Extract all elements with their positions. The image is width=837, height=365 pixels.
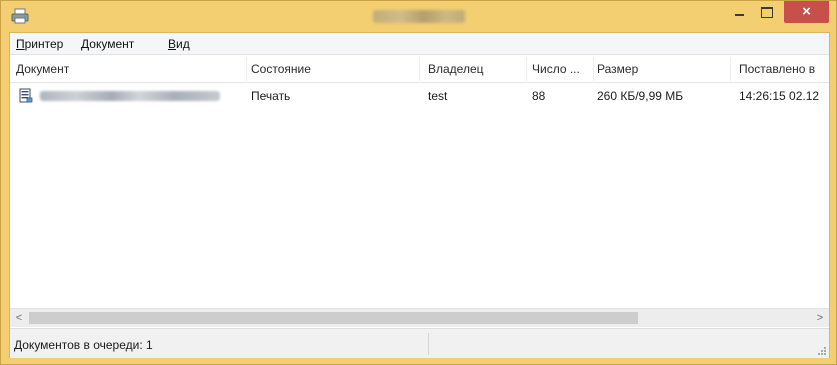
minimize-button[interactable] — [725, 1, 753, 23]
column-header-document[interactable]: Документ — [16, 62, 241, 80]
column-divider[interactable] — [593, 57, 594, 81]
scrollbar-thumb[interactable] — [29, 312, 638, 324]
maximize-button[interactable] — [753, 1, 779, 23]
column-header-submitted[interactable]: Поставлено в — [739, 62, 831, 80]
column-divider[interactable] — [419, 57, 420, 81]
column-divider[interactable] — [246, 57, 247, 81]
job-pages: 88 — [532, 89, 546, 103]
print-queue-window: × Принтер Документ Вид Документ Состояни… — [0, 0, 837, 365]
column-divider[interactable] — [730, 57, 731, 81]
printer-icon — [11, 8, 29, 24]
job-status: Печать — [251, 89, 291, 103]
menu-view-label: Вид — [168, 37, 190, 51]
menu-printer[interactable]: Принтер — [16, 37, 63, 51]
menu-view[interactable]: Вид — [168, 37, 190, 51]
column-header: Документ Состояние Владелец Число ... Ра… — [10, 55, 829, 83]
document-name-redacted — [40, 91, 220, 101]
scroll-right-button[interactable]: > — [811, 309, 829, 327]
column-header-pages[interactable]: Число ... — [532, 62, 588, 80]
job-owner: test — [428, 89, 448, 103]
resize-grip-icon[interactable] — [817, 346, 827, 356]
menu-document-label: Документ — [81, 37, 135, 51]
menu-bar: Принтер Документ Вид — [10, 33, 829, 55]
menu-document[interactable]: Документ — [81, 37, 134, 51]
window-title-redacted — [373, 10, 465, 23]
column-header-size[interactable]: Размер — [597, 62, 723, 80]
horizontal-scrollbar[interactable]: < > — [10, 308, 829, 327]
scroll-left-button[interactable]: < — [10, 309, 28, 327]
job-size: 260 КБ/9,99 МБ — [597, 89, 684, 103]
status-bar: Документов в очереди: 1 — [10, 328, 829, 358]
client-area: Принтер Документ Вид Документ Состояние … — [9, 32, 830, 358]
menu-printer-label: Принтер — [16, 37, 64, 51]
table-row[interactable]: Печать test 88 260 КБ/9,99 МБ 14:26:15 0… — [10, 85, 829, 107]
column-divider[interactable] — [526, 57, 527, 81]
title-bar[interactable]: × — [1, 1, 836, 32]
column-header-owner[interactable]: Владелец — [428, 62, 520, 80]
status-text: Документов в очереди: 1 — [14, 338, 153, 352]
column-header-status[interactable]: Состояние — [251, 62, 416, 80]
job-submitted: 14:26:15 02.12 — [739, 89, 820, 103]
close-button[interactable]: × — [784, 1, 829, 23]
print-document-icon — [19, 88, 33, 103]
status-divider — [428, 333, 429, 355]
